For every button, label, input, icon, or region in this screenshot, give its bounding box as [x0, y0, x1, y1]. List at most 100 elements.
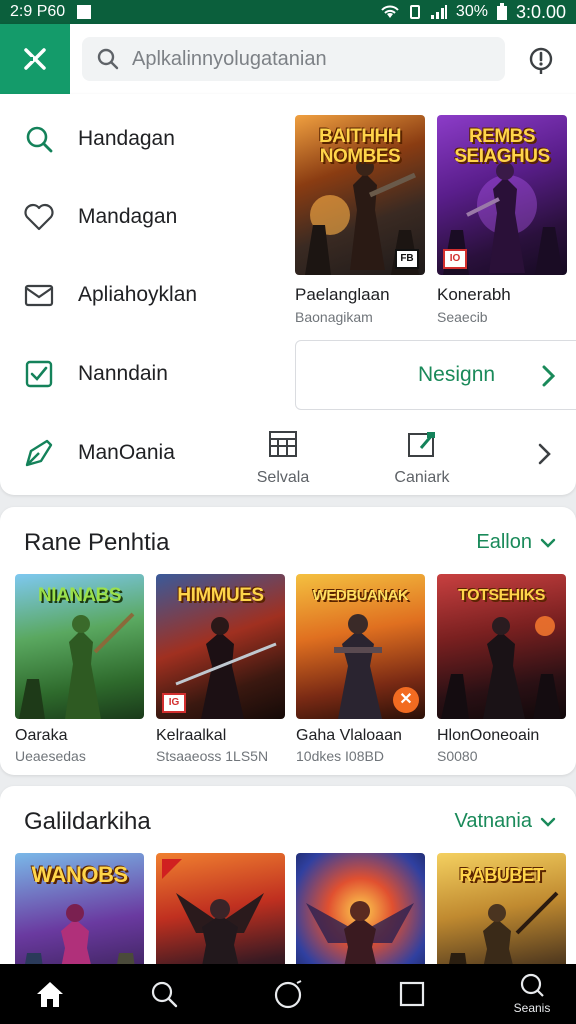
mail-icon — [22, 278, 56, 312]
section-dropdown[interactable]: Vatnania — [455, 810, 556, 833]
rating-badge: FB — [395, 249, 419, 269]
games-section: Galildarkiha Vatnania WANOBS RABUBET — [0, 786, 576, 986]
quick-action-caniark[interactable]: Caniark — [377, 430, 467, 487]
game-art: BAITHHH NOMBES FB — [295, 115, 425, 275]
nav-item-nanndain[interactable]: Nanndain — [0, 344, 280, 404]
nav-recents[interactable] — [362, 964, 462, 1024]
rating-badge: IG — [162, 693, 186, 713]
status-time-right: 3:0.00 — [515, 1, 566, 22]
promo-label: Nesignn — [418, 363, 496, 386]
vibrate-icon — [409, 5, 420, 19]
nav-home[interactable] — [0, 964, 100, 1024]
status-bar: 2:9 P60 30% 3:0.00 — [0, 0, 576, 24]
game-subtitle: Seaecib — [437, 309, 488, 325]
nav-item-label: ManOania — [78, 441, 175, 464]
wifi-icon — [381, 5, 399, 18]
search-input[interactable] — [130, 46, 494, 72]
game-art-title: WEDBUANAK — [312, 587, 409, 604]
nav-home-circle[interactable] — [238, 964, 338, 1024]
quick-action-label: Caniark — [394, 469, 450, 486]
game-art-title: NIANABS — [37, 585, 122, 606]
app-bar — [0, 24, 576, 94]
game-art: HIMMUES IG — [156, 574, 285, 719]
grid-calendar-icon — [269, 431, 297, 457]
checkbox-icon — [22, 357, 56, 391]
quick-action-selvala[interactable]: Selvala — [238, 430, 328, 487]
section-title: Rane Penhtia — [24, 529, 170, 556]
featured-game-card[interactable]: REMBS SEIAGHUS IO Konerabh Seaecib — [437, 115, 567, 325]
game-name: Oaraka — [15, 727, 68, 744]
edit-card-icon — [408, 432, 435, 457]
nav-item-label: Mandagan — [78, 205, 178, 228]
game-subtitle: Ueaesedas — [15, 748, 86, 764]
game-art-title: RABUBET — [459, 865, 544, 885]
battery-icon — [496, 3, 507, 20]
nav-item-label: Nanndain — [78, 362, 168, 385]
search-icon — [520, 973, 544, 997]
nav-item-label: Apliahoyklan — [78, 283, 198, 306]
menu-button[interactable] — [0, 24, 70, 94]
section-title: Galildarkiha — [24, 808, 151, 835]
promo-button[interactable]: Nesignn — [295, 340, 576, 410]
alert-button[interactable] — [522, 42, 560, 80]
game-art-title: TOTSEHIKS — [458, 587, 545, 604]
close-badge-icon: ✕ — [393, 687, 419, 713]
games-section: Rane Penhtia Eallon NIANABS Oaraka Ueaes… — [0, 507, 576, 775]
game-name: HlonOoneoain — [437, 727, 540, 744]
status-time: 2:9 P60 — [10, 3, 66, 20]
close-x-icon — [24, 48, 46, 70]
game-subtitle: Stsaaeoss 1LS5N — [156, 748, 269, 764]
game-card[interactable]: NIANABS Oaraka Ueaesedas — [15, 574, 144, 764]
bottom-navigation: Seanis — [0, 964, 576, 1024]
search-bar[interactable] — [82, 37, 505, 81]
notification-icon — [77, 5, 92, 19]
search-icon — [151, 981, 178, 1008]
game-art: TOTSEHIKS — [437, 574, 566, 719]
game-subtitle: 10dkes I08BD — [296, 748, 384, 764]
game-art: REMBS SEIAGHUS IO — [437, 115, 567, 275]
nav-item-mandagan[interactable]: Mandagan — [0, 187, 280, 247]
nav-item-handagan[interactable]: Handagan — [0, 109, 280, 169]
tag-icon — [22, 436, 56, 470]
battery-percent: 30% — [455, 3, 488, 20]
nav-label: Seanis — [513, 1001, 551, 1015]
chevron-down-icon — [540, 538, 556, 548]
nav-item-apliahoyklan[interactable]: Apliahoyklan — [0, 265, 280, 325]
alert-pin-icon — [529, 47, 553, 74]
chevron-right-icon — [542, 365, 556, 387]
square-recents-icon — [399, 981, 425, 1007]
rating-badge: IO — [443, 249, 467, 269]
quick-action-label: Selvala — [256, 469, 310, 486]
game-card[interactable]: HIMMUES IG Kelraalkal Stsaaeoss 1LS5N — [156, 574, 285, 764]
game-card[interactable]: WEDBUANAK ✕ Gaha Vlaloaan 10dkes I08BD — [296, 574, 425, 764]
search-icon — [97, 48, 119, 70]
home-icon — [37, 982, 63, 1007]
game-name: Gaha Vlaloaan — [296, 727, 402, 744]
game-name: Paelanglaan — [295, 285, 390, 304]
heart-icon — [22, 200, 56, 234]
circle-home-icon — [274, 980, 302, 1009]
dropdown-label: Vatnania — [454, 810, 532, 832]
top-panel: Handagan Mandagan Apliahoyklan Nanndain … — [0, 94, 576, 495]
game-subtitle: S0080 — [437, 748, 478, 764]
signal-icon — [430, 5, 447, 19]
game-name: Kelraalkal — [156, 727, 227, 744]
nav-search-tab[interactable]: Seanis — [482, 964, 576, 1024]
dropdown-label: Eallon — [476, 531, 532, 553]
chevron-right-icon[interactable] — [536, 442, 552, 466]
game-art: WEDBUANAK ✕ — [296, 574, 425, 719]
section-dropdown[interactable]: Eallon — [476, 531, 556, 554]
search-icon — [22, 122, 56, 156]
game-name: Konerabh — [437, 285, 511, 304]
game-art-title: BAITHHH NOMBES — [319, 126, 402, 167]
game-subtitle: Baonagikam — [295, 309, 373, 325]
game-art-title: REMBS SEIAGHUS — [454, 126, 550, 167]
game-card[interactable]: TOTSEHIKS HlonOoneoain S0080 — [437, 574, 566, 764]
nav-search[interactable] — [114, 964, 214, 1024]
game-art-title: HIMMUES — [177, 585, 264, 606]
game-art-title: WANOBS — [31, 862, 129, 887]
chevron-down-icon — [540, 817, 556, 827]
game-art: NIANABS — [15, 574, 144, 719]
nav-item-label: Handagan — [78, 127, 175, 150]
featured-game-card[interactable]: BAITHHH NOMBES FB Paelanglaan Baonagikam — [295, 115, 425, 325]
